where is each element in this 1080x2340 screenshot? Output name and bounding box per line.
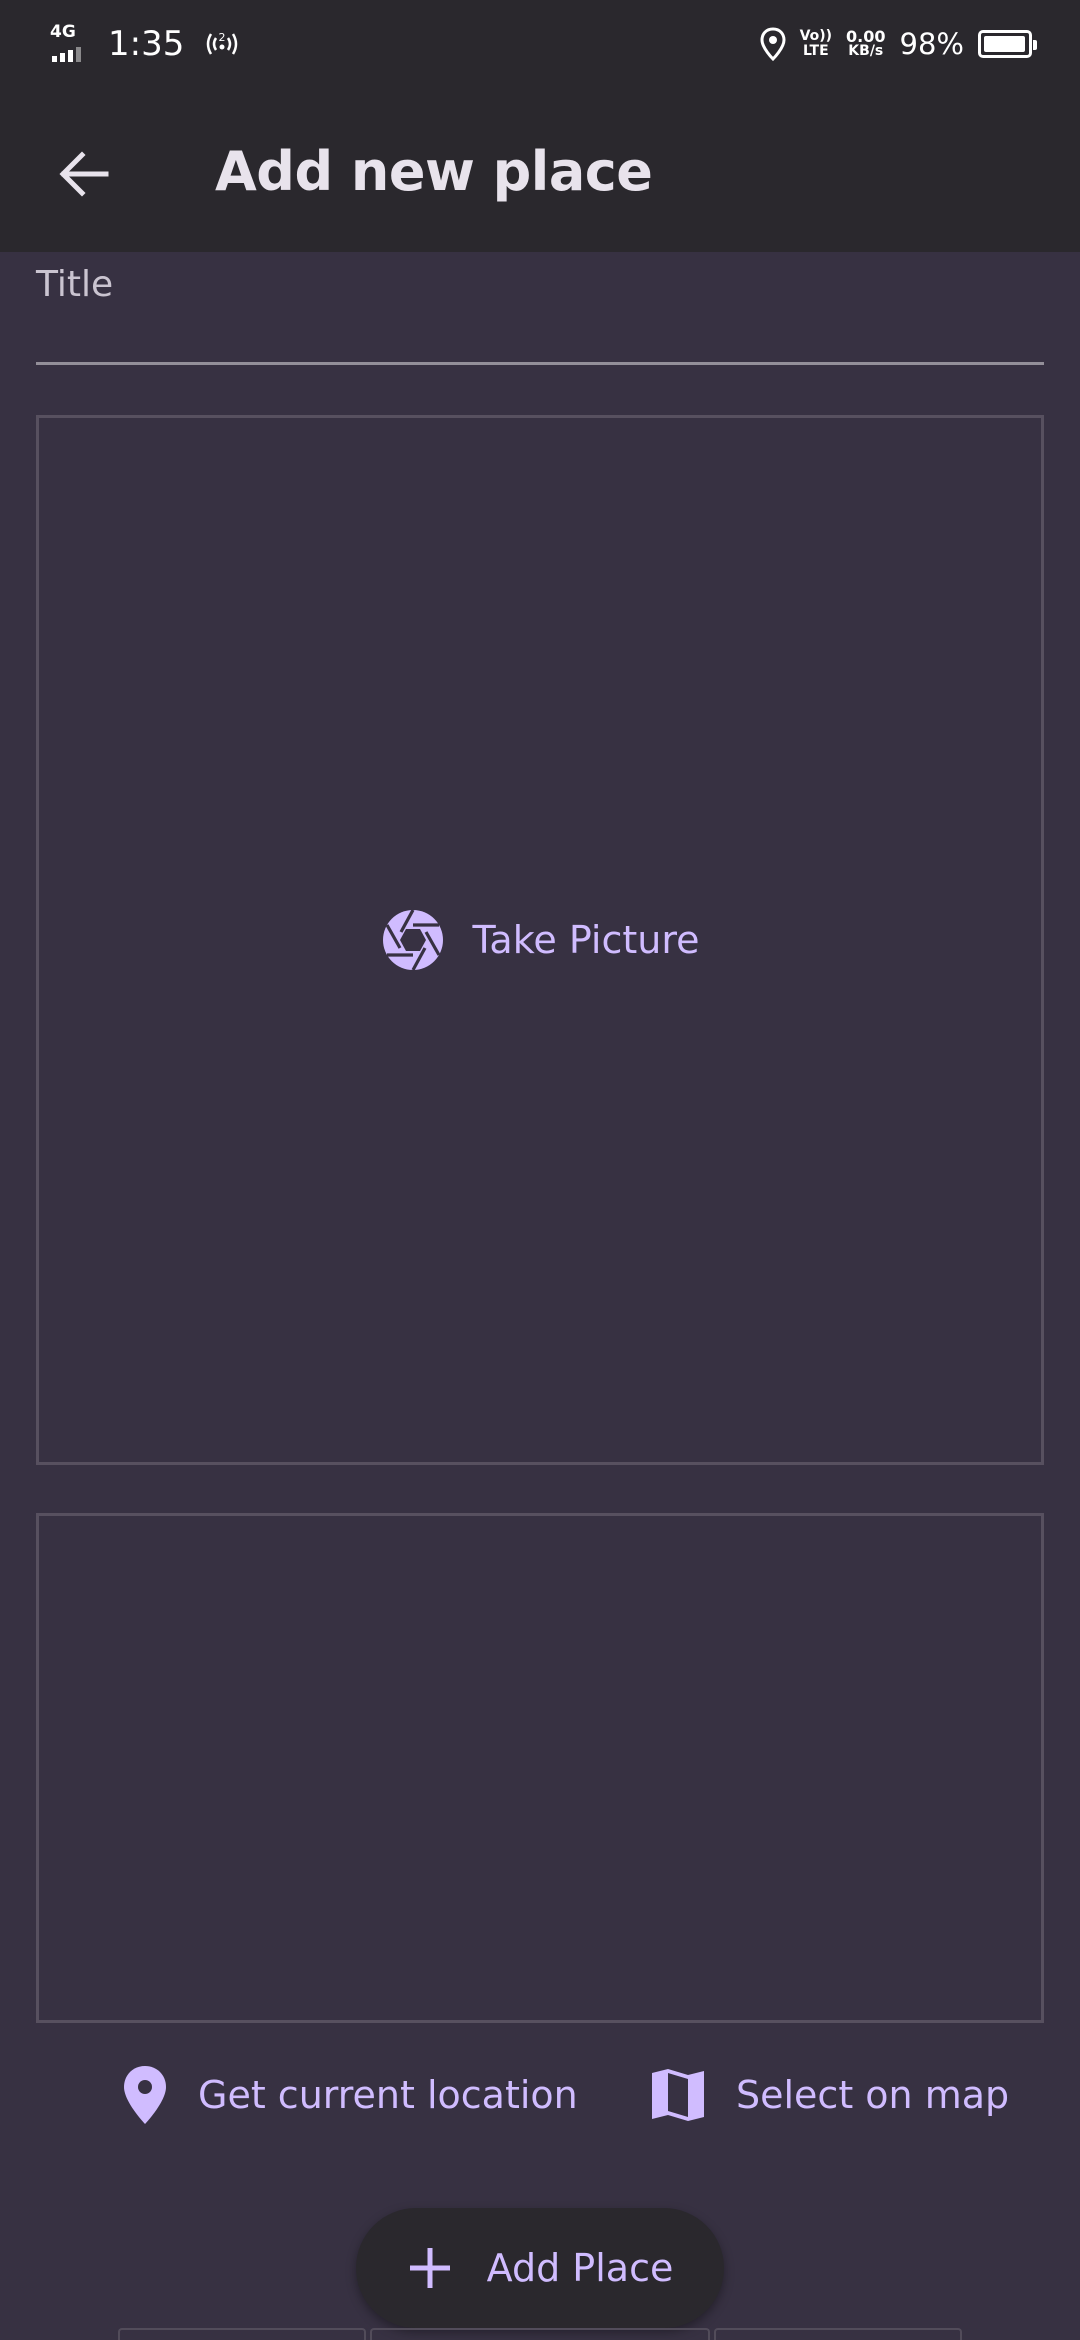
keyboard-edge xyxy=(118,2328,366,2340)
plus-icon xyxy=(409,2248,450,2288)
network-type: 4G xyxy=(50,22,76,42)
get-current-location-button[interactable]: Get current location xyxy=(122,2050,578,2140)
title-input[interactable] xyxy=(36,258,1044,364)
hotspot-icon: 2 xyxy=(207,31,238,55)
speed-value: 0.00 xyxy=(846,27,886,46)
add-place-button[interactable]: Add Place xyxy=(356,2208,724,2328)
battery-fill xyxy=(984,36,1026,52)
title-field[interactable]: Title xyxy=(36,258,1044,368)
take-picture-label: Take Picture xyxy=(472,918,700,962)
get-current-location-label: Get current location xyxy=(198,2073,578,2117)
signal-bars-icon xyxy=(52,47,81,62)
battery-percent: 98% xyxy=(899,27,964,61)
select-on-map-button[interactable]: Select on map xyxy=(650,2050,1009,2140)
hotspot-count: 2 xyxy=(219,31,226,44)
network-indicator: 4G xyxy=(48,22,98,64)
keyboard-edge xyxy=(714,2328,962,2340)
volte-indicator: Vo)) LTE xyxy=(800,29,832,59)
camera-aperture-icon xyxy=(382,909,443,971)
status-left: 4G 1:35 2 xyxy=(48,20,240,68)
title-underline xyxy=(36,362,1044,365)
speed-unit: KB/s xyxy=(848,43,884,59)
select-on-map-label: Select on map xyxy=(736,2073,1010,2117)
battery-icon xyxy=(978,30,1037,58)
take-picture-button[interactable]: Take Picture xyxy=(381,908,700,972)
page-title: Add new place xyxy=(215,140,653,203)
network-speed: 0.00 KB/s xyxy=(846,29,885,59)
status-time: 1:35 xyxy=(108,24,185,64)
keyboard-edge xyxy=(370,2328,710,2340)
location-status-icon xyxy=(760,27,786,61)
map-preview-box xyxy=(36,1513,1044,2023)
map-icon xyxy=(652,2069,704,2121)
location-actions: Get current location Select on map xyxy=(0,2050,1080,2140)
arrow-back-icon xyxy=(59,151,109,197)
add-place-label: Add Place xyxy=(486,2246,674,2290)
back-button[interactable] xyxy=(40,130,128,218)
status-right: Vo)) LTE 0.00 KB/s 98% xyxy=(760,20,1037,68)
volte-top: Vo)) xyxy=(799,28,833,44)
status-bar: 4G 1:35 2 Vo)) LTE 0.00 KB/s 98% xyxy=(0,0,1080,88)
volte-bottom: LTE xyxy=(802,43,829,59)
location-pin-icon xyxy=(124,2066,166,2124)
app-bar: Add new place xyxy=(0,88,1080,252)
image-preview-box: Take Picture xyxy=(36,415,1044,1465)
